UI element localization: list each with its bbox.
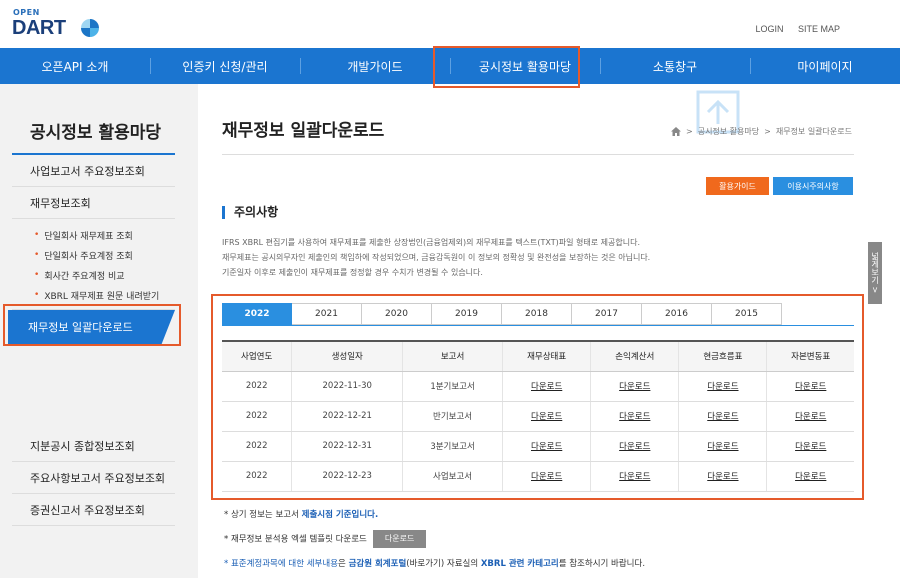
note-text: (바로가기) 자료실의: [406, 559, 481, 569]
note-text: 은: [338, 559, 349, 569]
breadcrumb-item: 재무정보 일괄다운로드: [775, 127, 852, 136]
note-emphasis: 표준계정과목에 대한 세부내용: [230, 559, 339, 569]
sidebar-item-major-events[interactable]: 주요사항보고서 주요정보조회: [12, 462, 175, 494]
usage-notice-button[interactable]: 이용시주의사항: [773, 177, 853, 195]
sidebar-item-financial-info[interactable]: 재무정보조회: [12, 187, 175, 219]
login-link[interactable]: LOGIN: [755, 24, 783, 34]
note-emphasis: 제출시점 기준입니다.: [301, 510, 379, 520]
breadcrumb-separator: >: [764, 127, 771, 136]
bullet-icon: •: [34, 270, 40, 280]
notice-line: IFRS XBRL 편집기를 사용하여 재무제표를 제출한 상장법인(금융업제외…: [222, 238, 640, 247]
notice-line: 재무제표는 공시의무자인 제출인의 책임하에 작성되었으며, 금융감독원이 이 …: [222, 253, 651, 262]
logo-open-text: OPEN: [13, 8, 40, 17]
section-title: 주의사항: [222, 206, 278, 219]
sidebar-item-securities[interactable]: 증권신고서 주요정보조회: [12, 494, 175, 526]
page-title: 재무정보 일괄다운로드: [222, 121, 385, 141]
header: OPEN DART LOGIN SITE MAP: [0, 0, 900, 48]
notice-line: 기준일자 이후로 제출인이 재무제표를 정정할 경우 수치가 변경될 수 있습니…: [222, 268, 483, 277]
sidebar-subitem-label: 단일회사 재무제표 조회: [44, 231, 133, 242]
note-text: * 재무정보 분석용 엑셀 템플릿 다운로드: [224, 534, 367, 545]
note-emphasis: XBRL 관련 카테고리: [480, 559, 559, 569]
sidebar-title: 공시정보 활용마당: [30, 123, 162, 143]
note-template: * 재무정보 분석용 엑셀 템플릿 다운로드 다운로드: [224, 530, 427, 548]
notice-text: IFRS XBRL 편집기를 사용하여 재무제표를 제출한 상장법인(금융업제외…: [222, 235, 842, 280]
sitemap-link[interactable]: SITE MAP: [798, 24, 840, 34]
breadcrumb-separator: >: [686, 127, 693, 136]
usage-guide-button[interactable]: 활용가이드: [706, 177, 769, 195]
note-bullet: *: [224, 559, 231, 569]
nav-api-intro[interactable]: 오픈API 소개: [0, 48, 150, 84]
sidebar-highlight-box: [3, 304, 181, 346]
sidebar-item-business-report[interactable]: 사업보고서 주요정보조회: [12, 155, 175, 187]
sidebar-subitem[interactable]: • XBRL 재무제표 원문 내려받기: [34, 285, 175, 305]
nav-auth-key[interactable]: 인증키 신청/관리: [150, 48, 300, 84]
logo-dart-text: DART: [12, 17, 66, 39]
note-standard-accounts: * 표준계정과목에 대한 세부내용은 금감원 회계포털(바로가기) 자료실의 X…: [224, 557, 645, 569]
sidebar-subitem-label: XBRL 재무제표 원문 내려받기: [44, 291, 160, 302]
sidebar-submenu: • 단일회사 재무제표 조회 • 단일회사 주요계정 조회 • 회사간 주요계정 비교…: [12, 219, 175, 310]
home-icon[interactable]: [671, 127, 681, 136]
utility-links: LOGIN SITE MAP: [743, 24, 840, 34]
bullet-icon: •: [34, 290, 40, 300]
logo-mark-icon: [81, 19, 99, 37]
sidebar-subitem-label: 단일회사 주요계정 조회: [44, 251, 133, 262]
title-divider: [222, 154, 854, 155]
opendart-logo[interactable]: OPEN DART: [12, 8, 102, 40]
sidebar-item-equity[interactable]: 지분공시 종합정보조회: [12, 430, 175, 462]
sidebar-subitem[interactable]: • 단일회사 재무제표 조회: [34, 225, 175, 245]
note-basis: * 상기 정보는 보고서 제출시점 기준입니다.: [224, 508, 378, 520]
sidebar-subitem-label: 회사간 주요계정 비교: [44, 271, 125, 282]
note-text: 를 참조하시기 바랍니다.: [558, 559, 646, 569]
nav-communication[interactable]: 소통창구: [600, 48, 750, 84]
sidebar-menu-lower: 지분공시 종합정보조회 주요사항보고서 주요정보조회 증권신고서 주요정보조회: [12, 430, 175, 526]
bullet-icon: •: [34, 250, 40, 260]
bullet-icon: •: [34, 230, 40, 240]
wide-view-tab[interactable]: 넓게보기 >: [868, 242, 882, 304]
note-text: * 상기 정보는 보고서: [224, 510, 302, 520]
sidebar-subitem[interactable]: • 단일회사 주요계정 조회: [34, 245, 175, 265]
nav-highlight-box: [433, 46, 580, 88]
accounting-portal-link[interactable]: 금감원 회계포털: [349, 559, 407, 569]
sidebar-menu: 사업보고서 주요정보조회 재무정보조회 • 단일회사 재무제표 조회 • 단일회사 …: [12, 155, 175, 310]
data-highlight-box: [211, 294, 864, 500]
template-download-button[interactable]: 다운로드: [372, 530, 427, 548]
breadcrumb: > 공시정보 활용마당 > 재무정보 일괄다운로드: [671, 126, 852, 137]
breadcrumb-item[interactable]: 공시정보 활용마당: [698, 126, 759, 137]
sidebar-subitem[interactable]: • 회사간 주요계정 비교: [34, 265, 175, 285]
nav-dev-guide[interactable]: 개발가이드: [300, 48, 450, 84]
nav-mypage[interactable]: 마이페이지: [750, 48, 900, 84]
